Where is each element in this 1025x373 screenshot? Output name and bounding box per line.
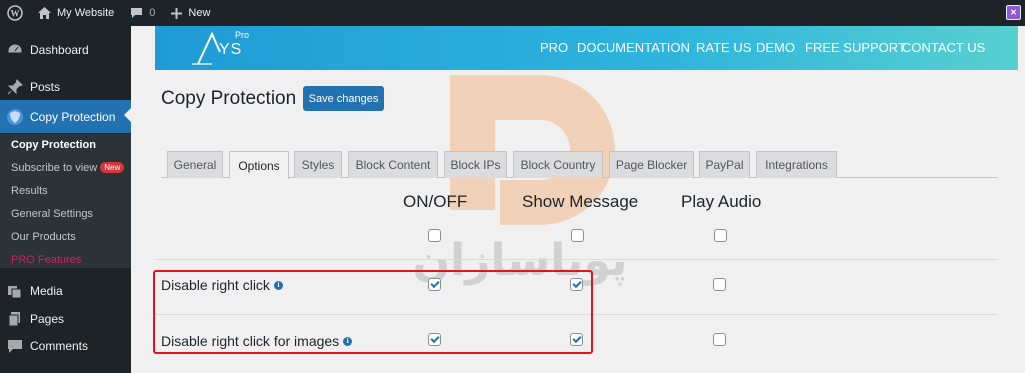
logo-text: YS (219, 41, 243, 58)
logo-pro-text: Pro (235, 30, 250, 40)
site-name-link[interactable]: My Website (30, 0, 122, 26)
tab-block-country[interactable]: Block Country (513, 151, 603, 178)
column-header-on-off: ON/OFF (403, 192, 468, 211)
sidebar-item-media[interactable]: Media (0, 276, 131, 306)
site-name: My Website (57, 7, 115, 19)
admin-sidebar: Dashboard Posts Copy Protection Copy Pro… (0, 26, 131, 373)
sidebar-item-pages[interactable]: Pages (0, 304, 131, 334)
shield-icon (0, 108, 30, 126)
home-icon (38, 7, 51, 19)
nav-documentation[interactable]: DOCUMENTATION (577, 40, 690, 55)
tab-paypal[interactable]: PayPal (699, 151, 750, 178)
submenu-results[interactable]: Results (11, 185, 48, 197)
sidebar-item-label: Dashboard (30, 43, 89, 57)
watermark-logo-icon: پویاسازان (413, 75, 627, 286)
tab-general[interactable]: General (167, 151, 223, 178)
sidebar-item-label: Pages (30, 312, 65, 326)
comments-icon (0, 338, 30, 354)
tab-page-blocker[interactable]: Page Blocker (609, 151, 694, 178)
nav-rate-us[interactable]: RATE US (696, 40, 751, 55)
highlight-box (153, 270, 593, 354)
plugin-toolbar-icon[interactable]: ✕ (1006, 5, 1021, 20)
master-on-off-checkbox[interactable] (428, 229, 441, 242)
column-header-show-message: Show Message (522, 192, 639, 211)
comments-link[interactable]: 0 (122, 0, 163, 26)
wordpress-logo-icon[interactable]: W (0, 0, 30, 26)
disable-right-click-images-play-audio-checkbox[interactable] (713, 333, 726, 346)
new-label: New (188, 7, 211, 19)
sidebar-item-label: Comments (30, 339, 89, 353)
svg-text:W: W (11, 9, 20, 19)
save-changes-button[interactable]: Save changes (303, 86, 384, 111)
disable-right-click-play-audio-checkbox[interactable] (713, 278, 726, 291)
submenu-our-products[interactable]: Our Products (11, 231, 76, 243)
sidebar-item-dashboard[interactable]: Dashboard (0, 35, 131, 65)
media-icon (0, 283, 30, 299)
plugin-brand-header: YS Pro PRO DOCUMENTATION RATE US DEMO FR… (155, 26, 1018, 70)
tab-options[interactable]: Options (229, 151, 289, 179)
tab-block-ips[interactable]: Block IPs (444, 151, 507, 178)
submenu-copy-protection[interactable]: Copy Protection (11, 139, 96, 151)
tab-block-content[interactable]: Block Content (348, 151, 438, 178)
tab-styles[interactable]: Styles (294, 151, 342, 178)
row-divider (155, 259, 998, 260)
dashboard-icon (0, 42, 30, 58)
sidebar-item-copy-protection[interactable]: Copy Protection (0, 100, 131, 133)
sidebar-item-label: Copy Protection (30, 109, 116, 124)
comment-bubble-icon (130, 7, 143, 19)
copy-protection-submenu: Copy Protection Subscribe to view New Res… (0, 134, 131, 268)
submenu-pro-features[interactable]: PRO Features (11, 254, 81, 266)
new-content-link[interactable]: New (163, 0, 218, 26)
submenu-label: Subscribe to view (11, 162, 98, 174)
nav-contact-us[interactable]: CONTACT US (902, 40, 985, 55)
pages-icon (0, 311, 30, 327)
sidebar-item-comments[interactable]: Comments (0, 331, 131, 361)
pin-icon (0, 79, 30, 95)
master-show-message-checkbox[interactable] (571, 229, 584, 242)
sidebar-item-label: Posts (30, 80, 61, 94)
page-title: Copy Protection (161, 88, 297, 109)
nav-free-support[interactable]: FREE SUPPORT (805, 40, 906, 55)
sidebar-item-label: Media (30, 284, 63, 298)
plus-icon (171, 7, 183, 19)
master-play-audio-checkbox[interactable] (714, 229, 727, 242)
nav-demo[interactable]: DEMO (756, 40, 795, 55)
submenu-general-settings[interactable]: General Settings (11, 208, 93, 220)
sidebar-item-posts[interactable]: Posts (0, 72, 131, 102)
admin-bar: W My Website 0 New ✕ (0, 0, 1025, 26)
new-badge: New (100, 162, 125, 173)
nav-pro[interactable]: PRO (540, 40, 568, 55)
submenu-subscribe-to-view[interactable]: Subscribe to view New (11, 162, 125, 174)
column-header-play-audio: Play Audio (681, 192, 762, 211)
comments-count: 0 (149, 7, 156, 19)
tab-integrations[interactable]: Integrations (756, 151, 837, 178)
